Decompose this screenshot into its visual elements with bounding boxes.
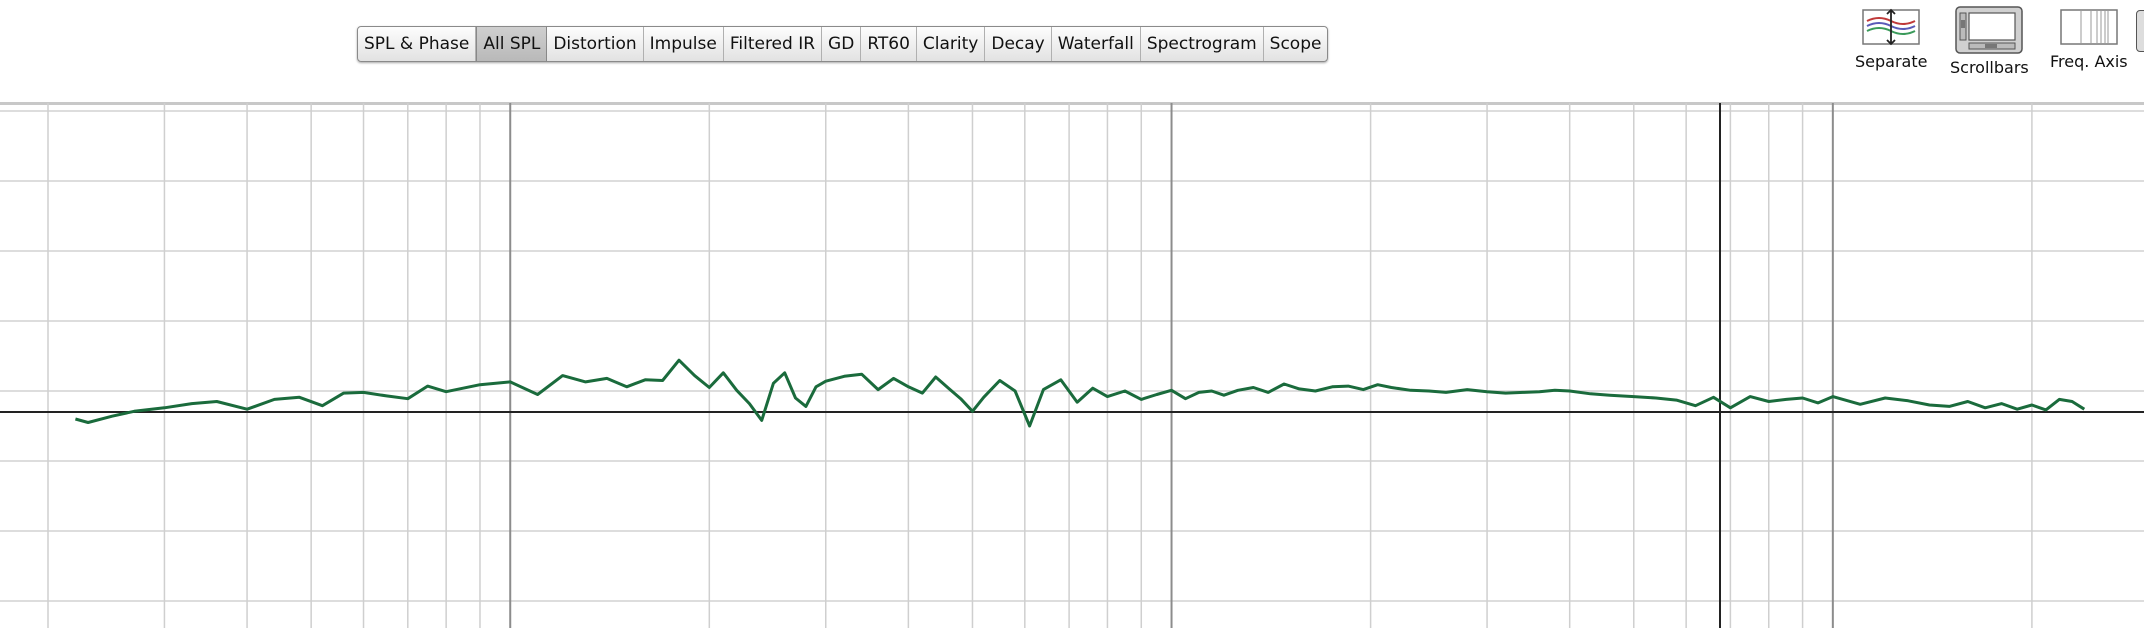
separate-traces-icon bbox=[1862, 8, 1920, 46]
freq-axis-tool-button[interactable]: Freq. Axis bbox=[2050, 6, 2128, 71]
tab-decay[interactable]: Decay bbox=[985, 27, 1052, 61]
spl-trace-line[interactable] bbox=[75, 358, 2086, 428]
tab-spl-phase[interactable]: SPL & Phase bbox=[358, 27, 477, 61]
tab-clarity[interactable]: Clarity bbox=[916, 27, 986, 61]
separate-tool-button[interactable]: Separate bbox=[1855, 6, 1927, 71]
tab-filtered-ir[interactable]: Filtered IR bbox=[723, 27, 823, 61]
tab-spectrogram[interactable]: Spectrogram bbox=[1140, 27, 1264, 61]
separate-label: Separate bbox=[1855, 52, 1928, 71]
more-tools-icon[interactable] bbox=[2136, 10, 2144, 52]
scrollbars-icon bbox=[1955, 6, 2024, 54]
scrollbars-label: Scrollbars bbox=[1950, 58, 2029, 77]
graph-area[interactable] bbox=[0, 103, 2144, 628]
tab-rt60[interactable]: RT60 bbox=[861, 27, 917, 61]
spl-plot[interactable] bbox=[0, 103, 2144, 628]
tab-waterfall[interactable]: Waterfall bbox=[1051, 27, 1141, 61]
tab-scope[interactable]: Scope bbox=[1263, 27, 1328, 61]
scrollbars-tool-button[interactable]: Scrollbars bbox=[1950, 6, 2029, 77]
tab-gd[interactable]: GD bbox=[822, 27, 862, 61]
tab-distortion[interactable]: Distortion bbox=[547, 27, 644, 61]
graph-tab-bar: SPL & Phase All SPL Distortion Impulse Filte… bbox=[357, 26, 1329, 62]
tab-all-spl[interactable]: All SPL bbox=[476, 27, 548, 61]
freq-axis-icon bbox=[2060, 9, 2118, 45]
freq-axis-label: Freq. Axis bbox=[2050, 52, 2128, 71]
tab-impulse[interactable]: Impulse bbox=[643, 27, 724, 61]
